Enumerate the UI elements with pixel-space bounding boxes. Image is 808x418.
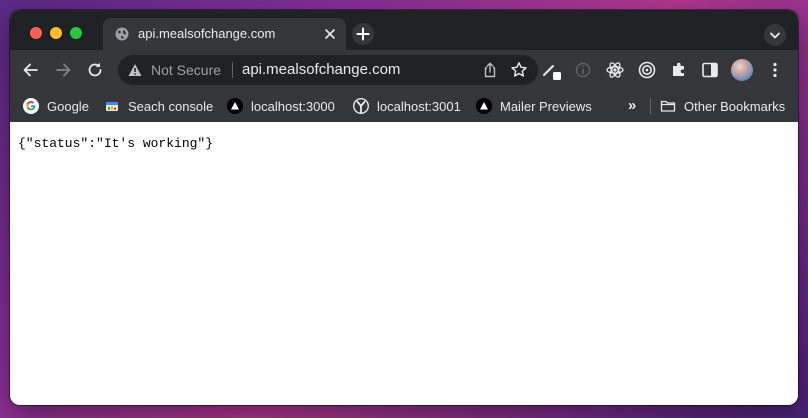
tab-search-chevron-icon[interactable] <box>764 24 786 46</box>
side-panel-icon[interactable] <box>700 60 720 80</box>
bookmark-label: localhost:3001 <box>377 98 461 114</box>
profile-avatar[interactable] <box>731 59 753 81</box>
bookmark-mailer-previews[interactable]: Mailer Previews <box>476 97 592 115</box>
folder-icon <box>660 100 676 112</box>
close-window-button[interactable] <box>30 27 42 39</box>
back-icon[interactable] <box>21 60 41 80</box>
maximize-window-button[interactable] <box>70 27 82 39</box>
warning-icon[interactable] <box>128 63 142 77</box>
tab-active[interactable]: api.mealsofchange.com <box>103 18 346 50</box>
bookmarks-bar: Google Seach console localhost:3000 loca… <box>10 90 798 122</box>
security-status-label[interactable]: Not Secure <box>151 62 221 78</box>
bookmark-label: localhost:3000 <box>251 98 335 114</box>
forward-icon[interactable] <box>53 60 73 80</box>
react-icon[interactable] <box>605 60 625 80</box>
omnibox-divider <box>232 62 233 78</box>
toolbar: Not Secure api.mealsofchange.com <box>10 50 798 90</box>
tab-title: api.mealsofchange.com <box>138 26 276 41</box>
browser-window: api.mealsofchange.com Not Secure api.mea… <box>10 10 798 405</box>
triangle-icon <box>476 98 492 114</box>
triangle-icon <box>227 98 243 114</box>
google-icon <box>23 98 39 114</box>
bookmark-label: Other Bookmarks <box>684 98 786 114</box>
bookmark-other-bookmarks[interactable]: Other Bookmarks <box>660 97 785 115</box>
minimize-window-button[interactable] <box>50 27 62 39</box>
page-content: {"status":"It's working"} <box>10 122 798 405</box>
bookmark-label: Seach console <box>128 98 214 114</box>
more-menu-icon[interactable] <box>765 60 785 80</box>
pen-extension-icon[interactable] <box>541 60 561 80</box>
search-console-icon <box>106 102 118 111</box>
new-tab-button[interactable] <box>352 23 374 45</box>
bookmarks-divider <box>650 98 651 114</box>
reload-icon[interactable] <box>85 60 105 80</box>
json-response-text: {"status":"It's working"} <box>18 136 214 151</box>
bookmark-google[interactable]: Google <box>23 97 89 115</box>
bookmark-star-icon[interactable] <box>510 61 528 79</box>
info-icon[interactable] <box>573 60 593 80</box>
url-text[interactable]: api.mealsofchange.com <box>242 61 400 78</box>
bookmark-localhost-3000[interactable]: localhost:3000 <box>227 97 335 115</box>
bookmark-label: Mailer Previews <box>500 98 592 114</box>
share-icon[interactable] <box>482 62 498 78</box>
bookmark-search-console[interactable]: Seach console <box>104 97 213 115</box>
address-bar[interactable]: Not Secure api.mealsofchange.com <box>118 55 538 85</box>
target-icon[interactable] <box>637 60 657 80</box>
bookmarks-overflow-button[interactable]: » <box>628 98 642 114</box>
fork-icon <box>353 98 369 114</box>
title-bar: api.mealsofchange.com <box>10 10 798 50</box>
bookmark-label: Google <box>47 98 89 114</box>
globe-icon <box>115 27 129 41</box>
puzzle-icon[interactable] <box>669 60 689 80</box>
bookmark-localhost-3001[interactable]: localhost:3001 <box>353 97 461 115</box>
close-tab-icon[interactable] <box>322 26 338 42</box>
